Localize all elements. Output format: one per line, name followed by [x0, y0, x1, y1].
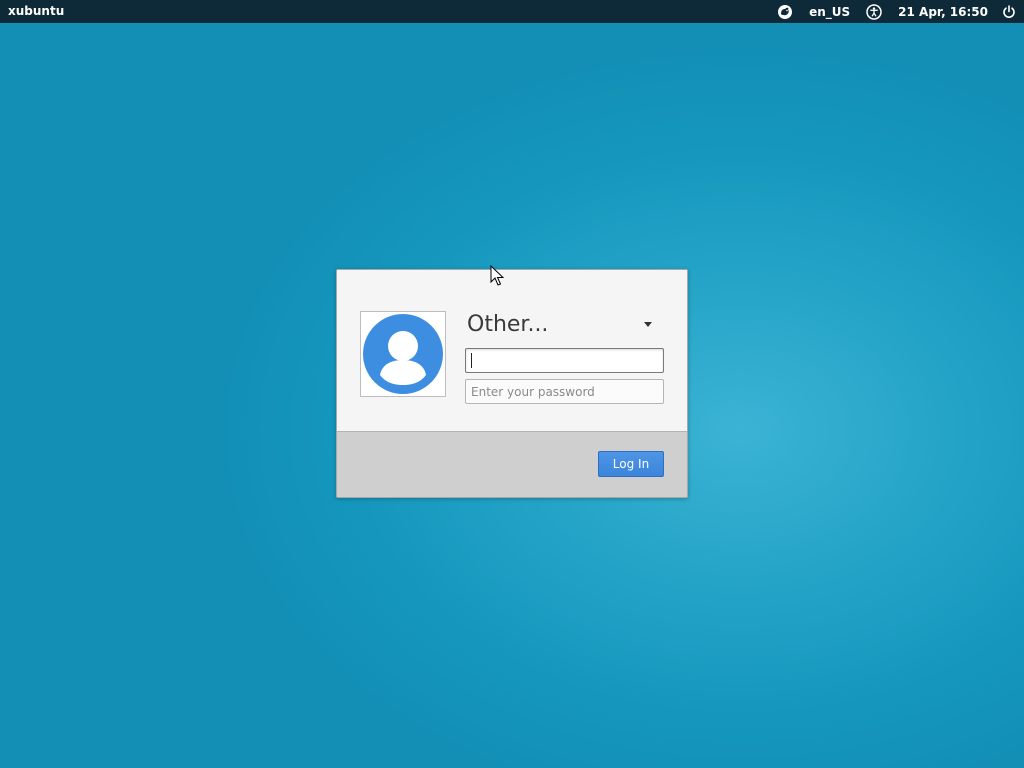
- text-caret: [471, 353, 472, 368]
- top-panel: xubuntu en_US 21 Apr, 16:50: [0, 0, 1024, 23]
- mouse-pointer-icon: [490, 264, 505, 291]
- accessibility-icon[interactable]: [866, 0, 882, 23]
- chevron-down-icon[interactable]: [644, 322, 652, 327]
- keyboard-layout-indicator[interactable]: en_US: [809, 0, 850, 23]
- username-input[interactable]: [465, 348, 664, 373]
- login-button[interactable]: Log In: [598, 451, 664, 477]
- login-button-area: Log In: [337, 431, 687, 497]
- hostname-label: xubuntu: [8, 4, 65, 18]
- login-dialog: Other... Log In: [336, 269, 688, 498]
- indicator-area: en_US 21 Apr, 16:50: [777, 0, 1016, 23]
- clock[interactable]: 21 Apr, 16:50: [898, 0, 988, 23]
- user-avatar: [360, 311, 446, 397]
- power-icon[interactable]: [1002, 0, 1016, 23]
- user-avatar-icon: [363, 314, 443, 394]
- login-credentials-area: Other...: [337, 270, 687, 431]
- user-selector[interactable]: Other...: [466, 310, 662, 340]
- password-input[interactable]: [465, 379, 664, 404]
- session-icon[interactable]: [777, 0, 793, 23]
- selected-user-label: Other...: [467, 312, 549, 337]
